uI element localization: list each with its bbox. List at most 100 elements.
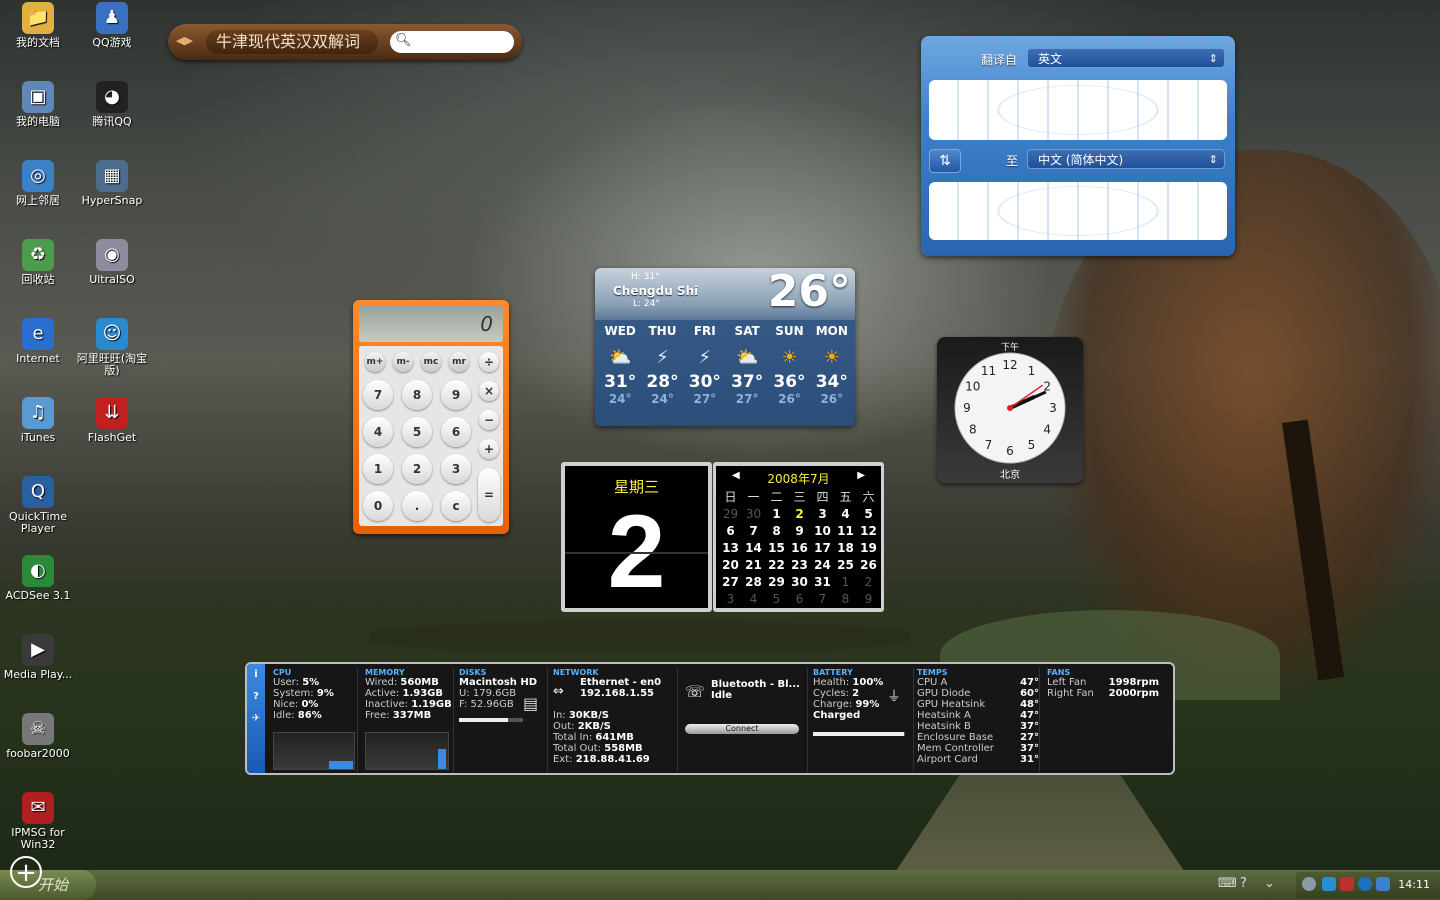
- keyboard-icon[interactable]: ⌨: [1218, 876, 1237, 891]
- calc-key-1[interactable]: 1: [363, 454, 393, 484]
- calendar-day[interactable]: 13: [719, 539, 742, 556]
- desktop-icon-16[interactable]: ☠ foobar2000: [0, 713, 76, 760]
- desktop-icon-6[interactable]: ▦ HyperSnap: [74, 160, 150, 207]
- calendar-day[interactable]: 11: [834, 522, 857, 539]
- calendar-day[interactable]: 7: [742, 522, 765, 539]
- calendar-day[interactable]: 30: [742, 505, 765, 522]
- calc-key-m+[interactable]: m+: [365, 352, 385, 372]
- calc-key-8[interactable]: 8: [402, 380, 432, 410]
- calendar-day[interactable]: 23: [788, 556, 811, 573]
- calendar-day[interactable]: 10: [811, 522, 834, 539]
- calendar-day[interactable]: 2: [788, 505, 811, 522]
- calendar-day[interactable]: 6: [719, 522, 742, 539]
- calendar-day[interactable]: 30: [788, 573, 811, 590]
- desktop-icon-10[interactable]: ☺ 阿里旺旺(淘宝版): [74, 318, 150, 377]
- calc-key-subtract[interactable]: −: [479, 410, 499, 430]
- calc-key-7[interactable]: 7: [363, 380, 393, 410]
- calc-key-m-[interactable]: m-: [393, 352, 413, 372]
- calendar-day[interactable]: 9: [857, 590, 880, 607]
- calendar-day[interactable]: 8: [834, 590, 857, 607]
- calendar-day[interactable]: 31: [811, 573, 834, 590]
- calendar-day[interactable]: 14: [742, 539, 765, 556]
- calendar-day[interactable]: 5: [857, 505, 880, 522]
- calendar-day[interactable]: 19: [857, 539, 880, 556]
- calendar-day[interactable]: 2: [857, 573, 880, 590]
- calc-key-0[interactable]: 0: [363, 491, 393, 521]
- desktop-icon-8[interactable]: ◉ UltraISO: [74, 239, 150, 286]
- calendar-day[interactable]: 27: [719, 573, 742, 590]
- calendar-day[interactable]: 1: [765, 505, 788, 522]
- calendar-day[interactable]: 1: [834, 573, 857, 590]
- tray-app-icon-1[interactable]: [1302, 877, 1316, 891]
- calendar-day[interactable]: 16: [788, 539, 811, 556]
- desktop-icon-11[interactable]: ♫ iTunes: [0, 397, 76, 444]
- calendar-day[interactable]: 5: [765, 590, 788, 607]
- date-widget[interactable]: 星期三 2: [561, 462, 712, 612]
- calendar-day[interactable]: 24: [811, 556, 834, 573]
- translate-from-select[interactable]: 英文: [1027, 48, 1225, 69]
- calendar-day[interactable]: 3: [811, 505, 834, 522]
- calc-key-mc[interactable]: mc: [421, 352, 441, 372]
- tray-chevron-icon[interactable]: ⌄: [1264, 876, 1275, 891]
- desktop-icon-9[interactable]: e Internet: [0, 318, 76, 365]
- calendar-day[interactable]: 12: [857, 522, 880, 539]
- info-icon[interactable]: i: [247, 664, 265, 686]
- calendar-day[interactable]: 9: [788, 522, 811, 539]
- dictionary-search-input[interactable]: 🔍︎: [390, 31, 514, 53]
- desktop-icon-3[interactable]: ▣ 我的电脑: [0, 81, 76, 128]
- translate-to-select[interactable]: 中文 (简体中文): [1027, 149, 1225, 170]
- tray-clock[interactable]: 14:11: [1398, 878, 1430, 891]
- calc-key-3[interactable]: 3: [441, 454, 471, 484]
- calendar-day[interactable]: 17: [811, 539, 834, 556]
- calendar-next-icon[interactable]: ▶: [857, 470, 865, 481]
- calendar-day[interactable]: 29: [719, 505, 742, 522]
- tray-app-icon-3[interactable]: [1340, 877, 1354, 891]
- desktop-icon-5[interactable]: ◎ 网上邻居: [0, 160, 76, 207]
- clock-widget[interactable]: 下午 12 1 2 3 4 5 6 7 8 9 10 11 北京: [937, 337, 1083, 483]
- desktop-icon-12[interactable]: ⇊ FlashGet: [74, 397, 150, 444]
- tray-app-icon-2[interactable]: [1322, 877, 1336, 891]
- calc-key-5[interactable]: 5: [402, 417, 432, 447]
- desktop-icon-15[interactable]: ▶ Media Play...: [0, 634, 76, 681]
- desktop-icon-17[interactable]: ✉ IPMSG for Win32: [0, 792, 76, 851]
- calendar-day[interactable]: 21: [742, 556, 765, 573]
- desktop-icon-13[interactable]: Q QuickTime Player: [0, 476, 76, 535]
- calendar-day[interactable]: 4: [742, 590, 765, 607]
- calc-key-multiply[interactable]: ×: [479, 381, 499, 401]
- calc-key-equals[interactable]: =: [478, 468, 500, 522]
- translate-source-text[interactable]: [929, 80, 1227, 140]
- calc-key-6[interactable]: 6: [441, 417, 471, 447]
- desktop-icon-4[interactable]: ◕ 腾讯QQ: [74, 81, 150, 128]
- calc-key-divide[interactable]: ÷: [479, 352, 499, 372]
- calendar-day[interactable]: 20: [719, 556, 742, 573]
- dictionary-title[interactable]: 牛津现代英汉双解词: [206, 30, 378, 54]
- calendar-day[interactable]: 26: [857, 556, 880, 573]
- help-icon[interactable]: ?: [247, 686, 265, 708]
- calendar-day[interactable]: 6: [788, 590, 811, 607]
- help-tray-icon[interactable]: ?: [1240, 876, 1247, 891]
- calendar-day[interactable]: 18: [834, 539, 857, 556]
- bluetooth-connect-button[interactable]: Connect: [685, 724, 799, 734]
- calc-key-4[interactable]: 4: [363, 417, 393, 447]
- calc-key-9[interactable]: 9: [441, 380, 471, 410]
- swap-icon[interactable]: ⇅: [929, 149, 961, 173]
- calendar-day[interactable]: 15: [765, 539, 788, 556]
- desktop-icon-2[interactable]: ♟ QQ游戏: [74, 2, 150, 49]
- calendar-day[interactable]: 7: [811, 590, 834, 607]
- calc-key-c[interactable]: c: [441, 491, 471, 521]
- calc-key-2[interactable]: 2: [402, 454, 432, 484]
- calendar-day[interactable]: 25: [834, 556, 857, 573]
- calendar-day[interactable]: 8: [765, 522, 788, 539]
- tray-app-icon-5[interactable]: [1376, 877, 1390, 891]
- desktop-icon-7[interactable]: ♻ 回收站: [0, 239, 76, 286]
- weather-widget[interactable]: H: 31° Chengdu Shi L: 24° 26° WED ⛅ 31° 24°…: [595, 268, 855, 426]
- airplane-icon[interactable]: ✈: [247, 708, 265, 730]
- calendar-day[interactable]: 29: [765, 573, 788, 590]
- calc-key-add[interactable]: +: [479, 439, 499, 459]
- calendar-day[interactable]: 22: [765, 556, 788, 573]
- desktop-icon-1[interactable]: 📁 我的文档: [0, 2, 76, 49]
- calc-key-mr[interactable]: mr: [449, 352, 469, 372]
- tray-app-icon-4[interactable]: [1358, 877, 1372, 891]
- dictionary-nav-arrows-icon[interactable]: ◀▶: [176, 34, 193, 47]
- calendar-day[interactable]: 28: [742, 573, 765, 590]
